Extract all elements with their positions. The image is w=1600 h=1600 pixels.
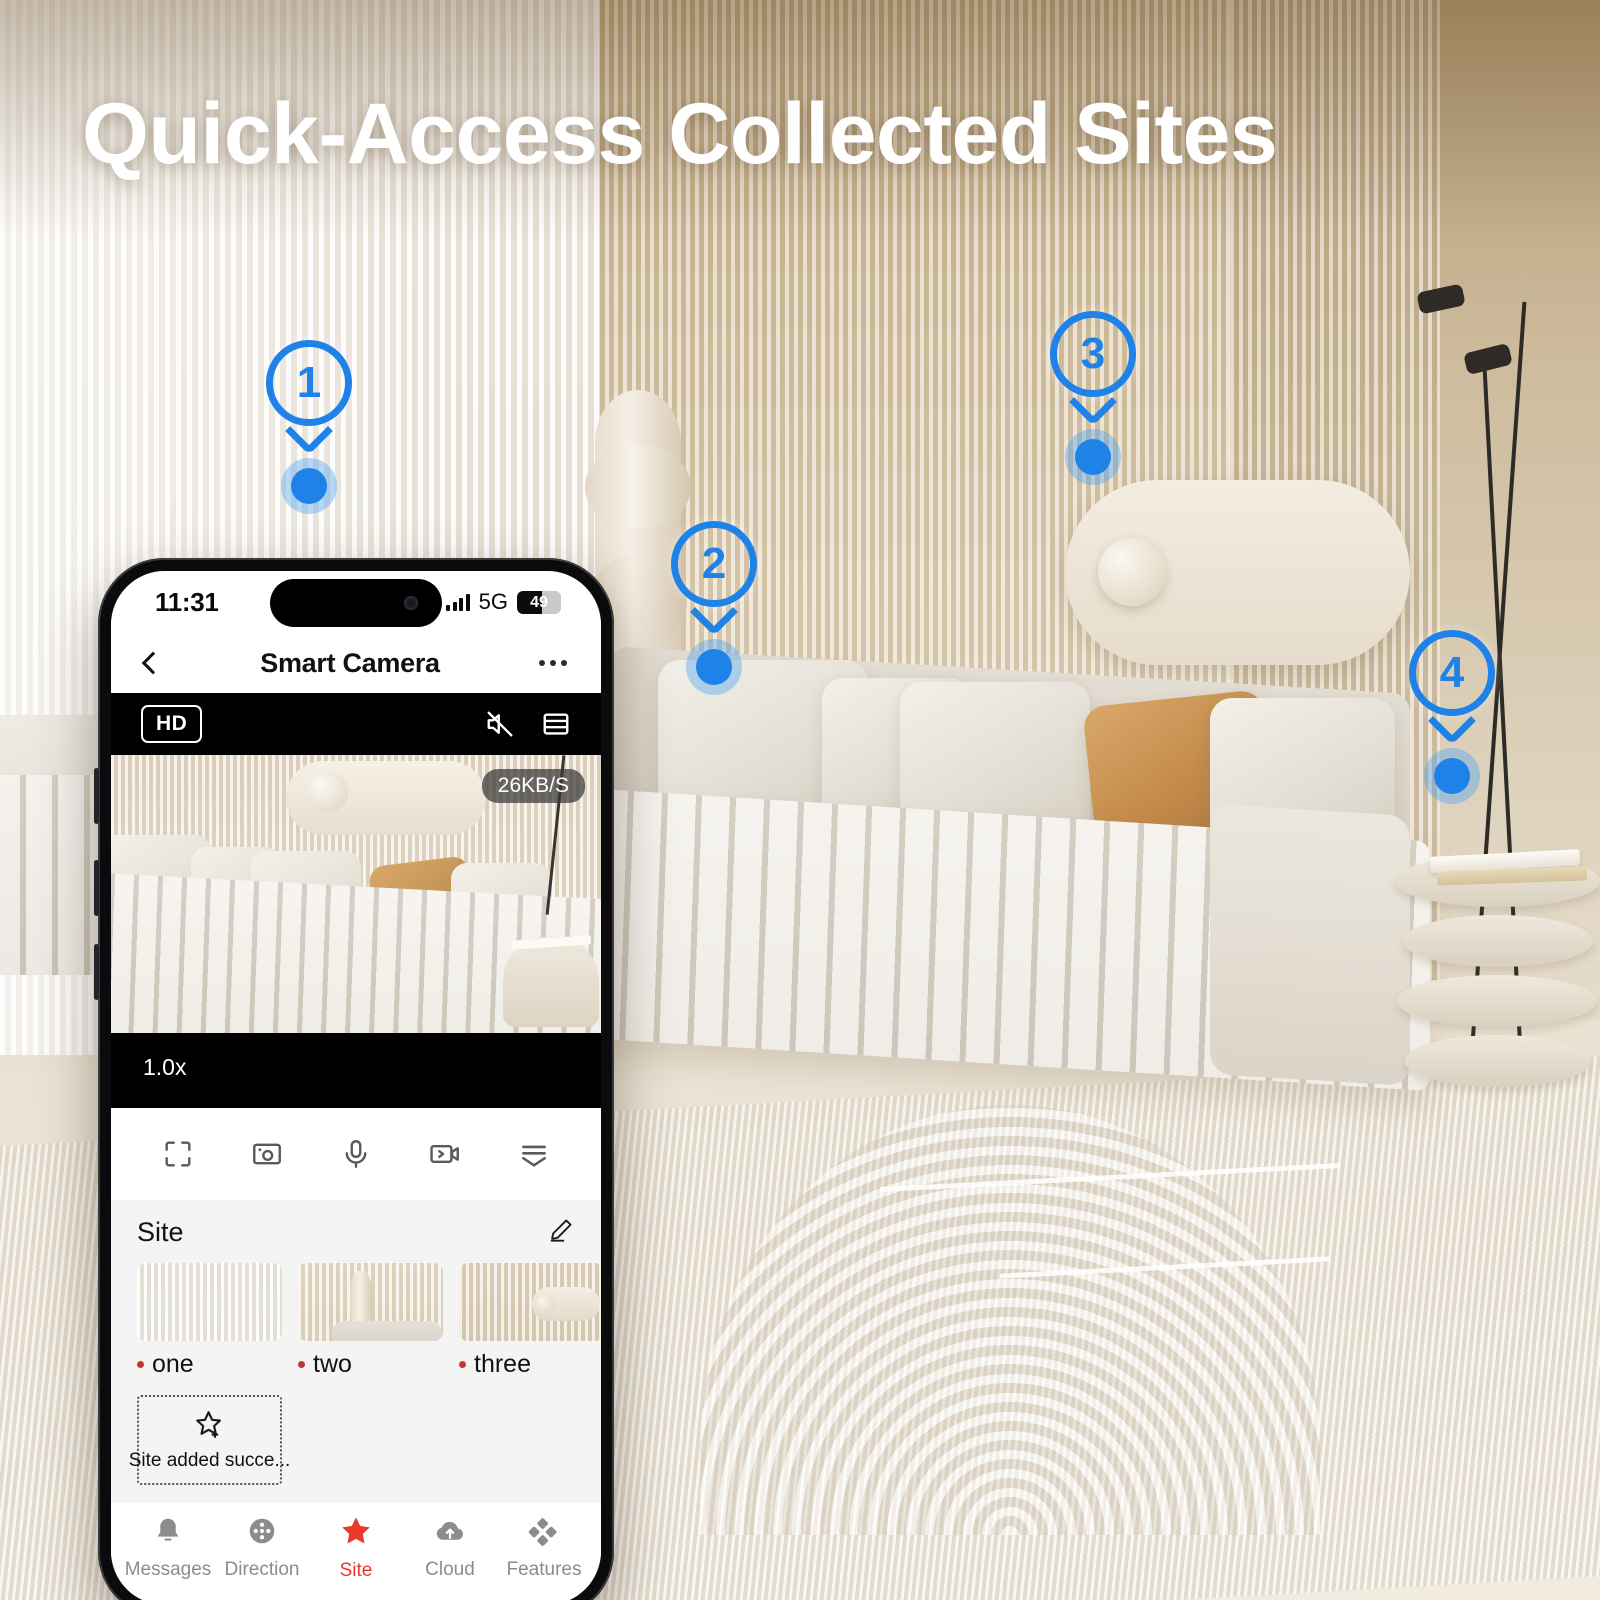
hd-quality-button[interactable]: HD — [141, 705, 203, 743]
collapse-chevron-icon[interactable] — [513, 1133, 555, 1175]
nav-item-features[interactable]: Features — [500, 1515, 588, 1581]
bitrate-badge: 26KB/S — [481, 769, 585, 803]
site-item[interactable]: one — [137, 1262, 282, 1379]
zoom-level-label[interactable]: 1.0x — [143, 1054, 186, 1081]
marker-number: 2 — [701, 539, 727, 588]
status-bar: 11:31 5G 49 — [111, 571, 601, 633]
site-section-header: Site — [137, 1216, 575, 1249]
nav-item-messages[interactable]: Messages — [124, 1515, 212, 1581]
speaker-muted-icon[interactable] — [485, 709, 515, 739]
location-marker-1[interactable]: 1 — [266, 340, 352, 504]
site-label-row: one — [137, 1350, 282, 1379]
location-marker-4[interactable]: 4 — [1409, 630, 1495, 794]
status-dot — [298, 1360, 305, 1368]
edit-pencil-icon[interactable] — [547, 1216, 575, 1249]
marker-dot — [291, 468, 327, 504]
marker-number: 3 — [1080, 329, 1106, 378]
phone-screen: 11:31 5G 49 Smart Camera HD 26KB/S 1.0x … — [111, 571, 601, 1600]
app-header: Smart Camera — [111, 633, 601, 693]
sofa-arm — [1210, 804, 1410, 1086]
nav-item-site[interactable]: Site — [312, 1514, 400, 1582]
site-thumbnail — [298, 1262, 443, 1341]
feed-side-table — [503, 937, 599, 1027]
video-player: HD 26KB/S 1.0x — [111, 693, 601, 1108]
nav-label: Direction — [224, 1558, 300, 1580]
side-table-tier-3 — [1397, 975, 1597, 1027]
back-button[interactable] — [141, 651, 165, 675]
site-section: Site one two three Site added succe... — [111, 1199, 601, 1501]
video-zoom-bar: 1.0x — [111, 1033, 601, 1101]
nav-label: Features — [506, 1558, 582, 1580]
star-plus-icon — [192, 1408, 228, 1447]
page-title: Quick-Access Collected Sites — [82, 86, 1278, 182]
marker-number: 1 — [296, 358, 322, 407]
microphone-icon[interactable] — [335, 1133, 377, 1175]
battery-level: 49 — [530, 593, 548, 611]
main-sofa — [600, 640, 1440, 1110]
video-record-icon[interactable] — [424, 1133, 466, 1175]
more-options-icon[interactable] — [539, 660, 567, 666]
nav-item-direction[interactable]: Direction — [218, 1515, 306, 1581]
fullscreen-icon[interactable] — [157, 1133, 199, 1175]
camera-live-feed[interactable]: 26KB/S — [111, 755, 601, 1033]
location-marker-2[interactable]: 2 — [671, 521, 757, 685]
status-dot — [137, 1360, 144, 1368]
bell-icon — [152, 1515, 184, 1552]
grid-diamond-icon — [528, 1515, 560, 1552]
camera-snapshot-icon[interactable] — [246, 1133, 288, 1175]
wall-knob — [1098, 538, 1166, 606]
status-indicators: 5G 49 — [446, 589, 561, 615]
bottom-navigation: Messages Direction Site Cloud Features — [111, 1501, 601, 1600]
site-thumbnail — [137, 1262, 282, 1341]
signal-bars-icon — [446, 593, 470, 611]
app-title: Smart Camera — [260, 647, 440, 678]
site-label-row: three — [459, 1350, 601, 1379]
feed-wall-knob — [306, 771, 348, 813]
add-site-label: Site added succe... — [128, 1449, 291, 1471]
nav-label: Cloud — [425, 1558, 475, 1580]
marker-dot — [696, 649, 732, 685]
site-thumbnail — [459, 1262, 601, 1341]
network-type: 5G — [478, 589, 508, 614]
status-time: 11:31 — [155, 586, 219, 617]
side-table — [1395, 845, 1600, 1115]
nav-item-cloud[interactable]: Cloud — [406, 1515, 494, 1581]
status-dot — [459, 1360, 466, 1368]
marker-number: 4 — [1439, 648, 1465, 697]
site-label: three — [474, 1349, 531, 1378]
site-section-title: Site — [137, 1216, 184, 1247]
site-thumbnail-row: one two three — [137, 1262, 601, 1379]
site-label: two — [313, 1349, 352, 1378]
cloud-upload-icon — [434, 1515, 466, 1552]
site-label-row: two — [298, 1350, 443, 1379]
dynamic-island — [270, 579, 442, 627]
site-label: one — [152, 1349, 194, 1378]
dpad-icon — [246, 1515, 278, 1552]
marker-dot — [1434, 758, 1470, 794]
side-table-tier-4 — [1405, 1035, 1591, 1087]
add-site-button[interactable]: Site added succe... — [129, 1394, 290, 1485]
marker-dot — [1075, 439, 1111, 475]
site-item[interactable]: three — [459, 1262, 601, 1379]
side-table-tier-2 — [1403, 915, 1593, 967]
nav-label: Site — [339, 1559, 373, 1581]
site-item[interactable]: two — [298, 1262, 443, 1379]
star-icon — [339, 1514, 373, 1553]
video-toolbar: HD — [111, 693, 601, 755]
split-view-icon[interactable] — [541, 709, 571, 739]
battery-icon: 49 — [517, 590, 561, 614]
camera-controls — [111, 1107, 601, 1200]
smartphone-mockup: 11:31 5G 49 Smart Camera HD 26KB/S 1.0x … — [94, 558, 614, 1600]
location-marker-3[interactable]: 3 — [1050, 311, 1136, 475]
nav-label: Messages — [124, 1558, 212, 1580]
